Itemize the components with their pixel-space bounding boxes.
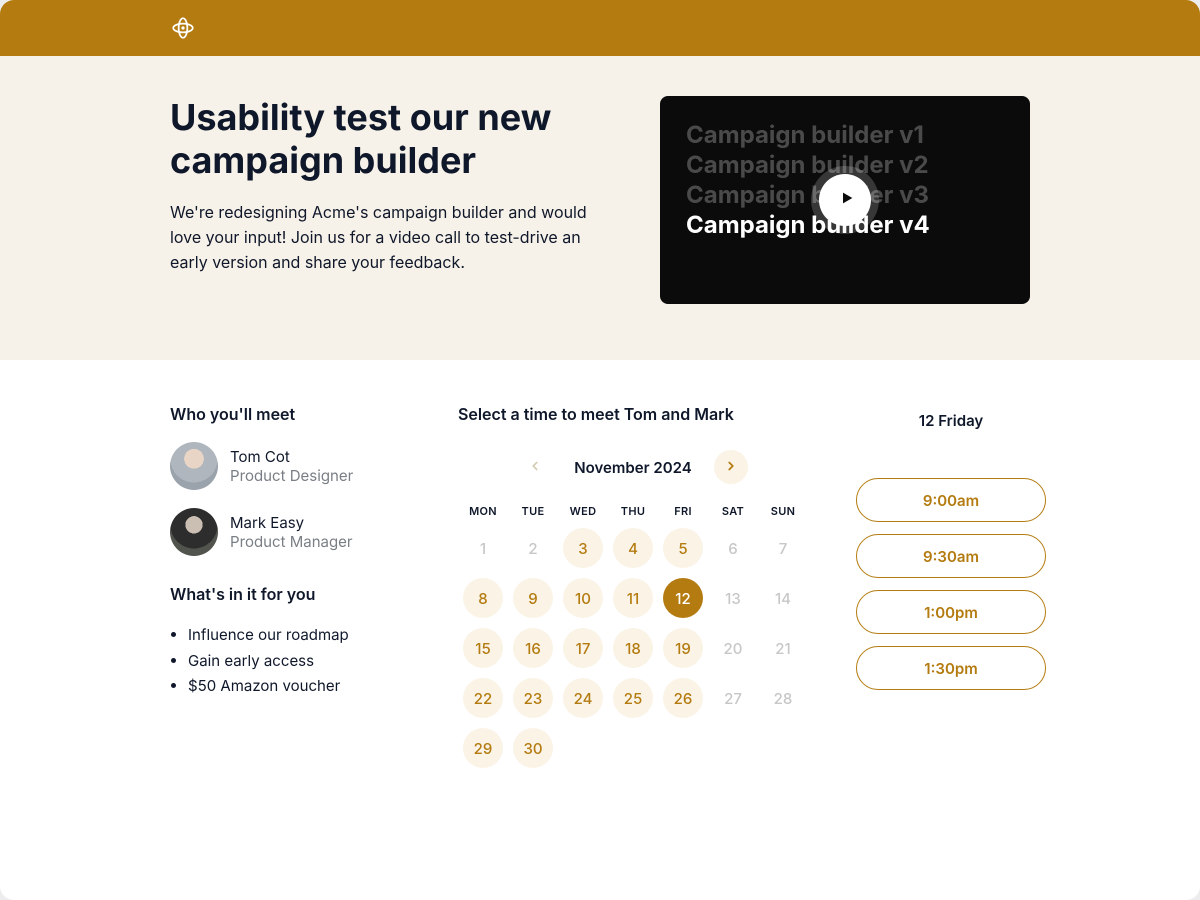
calendar-day[interactable]: 26 (663, 678, 703, 718)
video-preview[interactable]: Campaign builder v1 Campaign builder v2 … (660, 96, 1030, 304)
calendar-day: 7 (763, 528, 803, 568)
calendar-day[interactable]: 25 (613, 678, 653, 718)
calendar-day[interactable]: 17 (563, 628, 603, 668)
weekday-label: THU (608, 504, 658, 518)
calendar-day[interactable]: 18 (613, 628, 653, 668)
page-title: Usability test our new campaign builder (170, 96, 590, 182)
who-heading: Who you'll meet (170, 404, 410, 424)
person-name: Tom Cot (230, 447, 353, 467)
weekday-header: MONTUEWEDTHUFRISATSUN (458, 504, 808, 518)
person-name: Mark Easy (230, 513, 353, 533)
time-slot-button[interactable]: 1:00pm (856, 590, 1046, 634)
hero: Usability test our new campaign builder … (0, 56, 1200, 360)
calendar-day: 28 (763, 678, 803, 718)
calendar-day[interactable]: 11 (613, 578, 653, 618)
schedule-heading: Select a time to meet Tom and Mark (458, 404, 808, 424)
time-slot-button[interactable]: 1:30pm (856, 646, 1046, 690)
calendar-grid: 1234567891011121314151617181920212223242… (458, 528, 808, 768)
person-role: Product Designer (230, 466, 353, 486)
calendar-day: 6 (713, 528, 753, 568)
calendar-day: 27 (713, 678, 753, 718)
page-description: We're redesigning Acme's campaign builde… (170, 200, 590, 274)
selected-date-label: 12 Friday (856, 404, 1046, 438)
calendar-day: 14 (763, 578, 803, 618)
weekday-label: FRI (658, 504, 708, 518)
prev-month-button[interactable] (518, 450, 552, 484)
benefits-heading: What's in it for you (170, 584, 410, 604)
calendar-day[interactable]: 22 (463, 678, 503, 718)
calendar-day: 2 (513, 528, 553, 568)
calendar-day: 13 (713, 578, 753, 618)
content: Who you'll meet Tom Cot Product Designer… (0, 360, 1200, 812)
calendar-day[interactable]: 19 (663, 628, 703, 668)
time-slot-button[interactable]: 9:00am (856, 478, 1046, 522)
topbar (0, 0, 1200, 56)
calendar-day[interactable]: 5 (663, 528, 703, 568)
chevron-left-icon (528, 457, 542, 477)
benefit-item: Influence our roadmap (188, 622, 410, 648)
person: Tom Cot Product Designer (170, 442, 410, 490)
benefit-item: $50 Amazon voucher (188, 673, 410, 699)
calendar-day[interactable]: 15 (463, 628, 503, 668)
month-label: November 2024 (574, 458, 691, 477)
play-button[interactable] (819, 174, 871, 226)
calendar-day[interactable]: 16 (513, 628, 553, 668)
weekday-label: WED (558, 504, 608, 518)
calendar-day: 21 (763, 628, 803, 668)
calendar-day[interactable]: 30 (513, 728, 553, 768)
brand-logo-icon (170, 15, 196, 41)
calendar-day[interactable]: 23 (513, 678, 553, 718)
calendar-day[interactable]: 24 (563, 678, 603, 718)
person: Mark Easy Product Manager (170, 508, 410, 556)
play-icon (836, 190, 855, 210)
weekday-label: TUE (508, 504, 558, 518)
weekday-label: MON (458, 504, 508, 518)
calendar-day[interactable]: 10 (563, 578, 603, 618)
benefit-item: Gain early access (188, 648, 410, 674)
calendar-day[interactable]: 3 (563, 528, 603, 568)
calendar-day: 1 (463, 528, 503, 568)
calendar-day[interactable]: 8 (463, 578, 503, 618)
weekday-label: SUN (758, 504, 808, 518)
benefits-list: Influence our roadmap Gain early access … (170, 622, 410, 699)
person-role: Product Manager (230, 532, 353, 552)
weekday-label: SAT (708, 504, 758, 518)
calendar-day[interactable]: 12 (663, 578, 703, 618)
next-month-button[interactable] (714, 450, 748, 484)
avatar (170, 442, 218, 490)
chevron-right-icon (724, 457, 738, 477)
calendar-day[interactable]: 4 (613, 528, 653, 568)
calendar-day[interactable]: 29 (463, 728, 503, 768)
calendar-day: 20 (713, 628, 753, 668)
video-line: Campaign builder v1 (686, 120, 1004, 150)
time-slot-button[interactable]: 9:30am (856, 534, 1046, 578)
avatar (170, 508, 218, 556)
calendar-day[interactable]: 9 (513, 578, 553, 618)
